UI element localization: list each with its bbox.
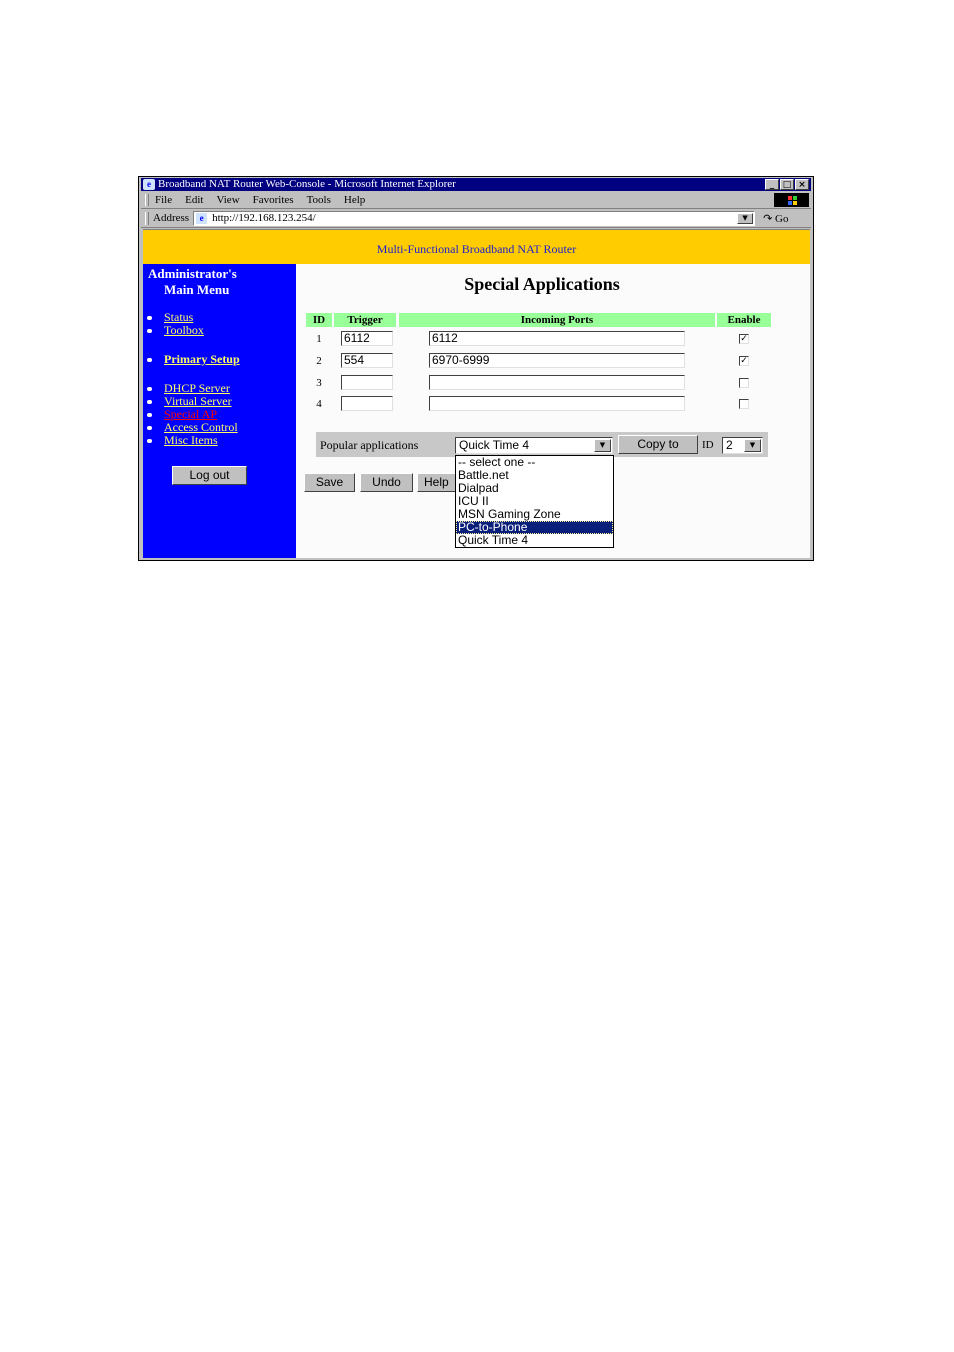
popular-applications-select[interactable]: Quick Time 4 ▼ xyxy=(455,437,613,454)
sidebar-item-toolbox: Toolbox xyxy=(145,324,240,337)
dropdown-option[interactable]: Quick Time 4 xyxy=(456,534,613,547)
row-id: 1 xyxy=(316,333,322,345)
enable-checkbox[interactable]: ✓ xyxy=(739,356,749,366)
link-access-control[interactable]: Access Control xyxy=(164,420,238,434)
sidebar-heading: Administrator's Main Menu xyxy=(148,266,237,298)
sidebar-menu: Status Toolbox Primary Setup DHCP Server… xyxy=(145,311,240,447)
incoming-ports-input[interactable]: 6970-6999 xyxy=(429,353,685,368)
row-id: 2 xyxy=(316,355,322,367)
address-url: http://192.168.123.254/ xyxy=(212,211,316,224)
menu-tools[interactable]: Tools xyxy=(307,192,331,208)
save-button[interactable]: Save xyxy=(304,473,355,492)
page-title: Special Applications xyxy=(464,274,620,294)
windows-logo-icon xyxy=(774,193,809,207)
address-label: Address xyxy=(153,212,190,224)
go-label: Go xyxy=(775,212,789,225)
link-toolbox[interactable]: Toolbox xyxy=(164,323,204,337)
browser-window: e Broadband NAT Router Web-Console - Mic… xyxy=(138,176,814,561)
link-virtual-server[interactable]: Virtual Server xyxy=(164,394,232,408)
header-enable: Enable xyxy=(717,313,771,327)
menu-view[interactable]: View xyxy=(216,192,239,208)
trigger-input[interactable]: 554 xyxy=(341,353,393,368)
maximize-button[interactable]: □ xyxy=(780,179,794,190)
header-trigger: Trigger xyxy=(334,313,396,327)
address-dropdown-arrow-icon[interactable]: ▼ xyxy=(737,212,754,224)
address-input[interactable]: e http://192.168.123.254/ ▼ xyxy=(193,210,756,226)
incoming-ports-input[interactable]: 6112 xyxy=(429,331,685,346)
popular-applications-bar: Popular applications Quick Time 4 ▼ Copy… xyxy=(316,432,768,457)
minimize-button[interactable]: _ xyxy=(765,179,779,190)
popular-applications-value: Quick Time 4 xyxy=(459,438,530,452)
header-incoming-ports: Incoming Ports xyxy=(399,313,715,327)
dropdown-arrow-icon[interactable]: ▼ xyxy=(744,439,761,452)
title-bar: e Broadband NAT Router Web-Console - Mic… xyxy=(141,178,811,191)
dropdown-arrow-icon[interactable]: ▼ xyxy=(594,439,611,452)
sidebar-item-misc-items: Misc Items xyxy=(145,434,240,447)
copy-id-value: 2 xyxy=(726,438,733,452)
enable-checkbox[interactable] xyxy=(739,399,749,409)
address-bar: Address e http://192.168.123.254/ ▼ ↷ Go xyxy=(141,209,811,228)
link-misc-items[interactable]: Misc Items xyxy=(164,433,218,447)
link-status[interactable]: Status xyxy=(164,310,193,324)
row-id: 3 xyxy=(316,377,322,389)
menu-file[interactable]: File xyxy=(155,192,172,208)
enable-checkbox[interactable] xyxy=(739,378,749,388)
link-primary-setup[interactable]: Primary Setup xyxy=(164,352,240,366)
go-arrow-icon: ↷ xyxy=(763,212,773,225)
copy-to-button[interactable]: Copy to xyxy=(618,435,698,454)
window-title: Broadband NAT Router Web-Console - Micro… xyxy=(158,178,456,190)
toolbar-grip xyxy=(145,194,149,206)
incoming-ports-input[interactable] xyxy=(429,396,685,411)
toolbar-grip xyxy=(145,211,149,225)
id-label: ID xyxy=(702,439,714,451)
copy-id-select[interactable]: 2 ▼ xyxy=(722,437,763,454)
page-icon: e xyxy=(196,212,208,224)
incoming-ports-input[interactable] xyxy=(429,375,685,390)
row-id: 4 xyxy=(316,398,322,410)
undo-button[interactable]: Undo xyxy=(360,473,413,492)
link-special-ap[interactable]: Special AP xyxy=(164,407,217,421)
popular-applications-dropdown: -- select one -- Battle.net Dialpad ICU … xyxy=(455,455,614,548)
menu-bar: File Edit View Favorites Tools Help xyxy=(141,192,811,209)
sidebar-heading-line1: Administrator's xyxy=(148,266,237,281)
menu-favorites[interactable]: Favorites xyxy=(253,192,294,208)
menu-help[interactable]: Help xyxy=(344,192,365,208)
trigger-input[interactable] xyxy=(341,396,393,411)
popular-applications-label: Popular applications xyxy=(320,438,419,452)
sidebar-heading-line2: Main Menu xyxy=(164,282,230,297)
ie-icon: e xyxy=(143,179,155,190)
trigger-input[interactable] xyxy=(341,375,393,390)
banner: Multi-Functional Broadband NAT Router xyxy=(143,229,810,264)
logout-button[interactable]: Log out xyxy=(172,466,247,485)
sidebar-item-primary-setup: Primary Setup xyxy=(145,353,240,366)
link-dhcp-server[interactable]: DHCP Server xyxy=(164,381,230,395)
main-panel: Special Applications ID Trigger Incoming… xyxy=(296,264,810,558)
trigger-input[interactable]: 6112 xyxy=(341,331,393,346)
go-button[interactable]: ↷ Go xyxy=(763,212,788,225)
page-content: Multi-Functional Broadband NAT Router Ad… xyxy=(143,229,810,558)
header-id: ID xyxy=(306,313,332,327)
menu-edit[interactable]: Edit xyxy=(185,192,203,208)
sidebar: Administrator's Main Menu Status Toolbox… xyxy=(143,264,296,558)
enable-checkbox[interactable]: ✓ xyxy=(739,334,749,344)
close-button[interactable]: × xyxy=(795,179,809,190)
